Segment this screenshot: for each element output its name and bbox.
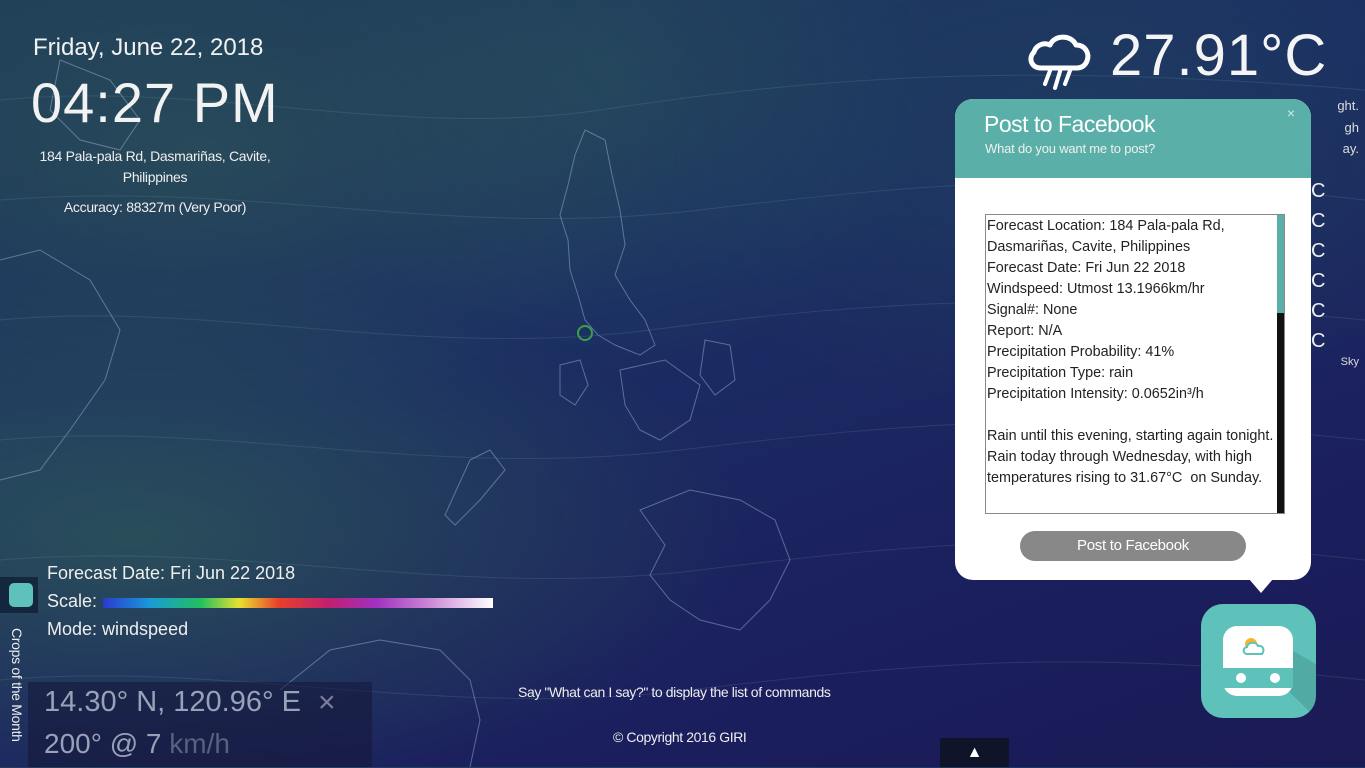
location-readout: 14.30° N, 120.96° E × 200° @ 7 km/h — [28, 682, 372, 767]
coastline-mindoro — [559, 359, 589, 406]
forecast-day-temp: C — [1311, 180, 1326, 202]
coastline-luzon — [559, 129, 656, 356]
assistant-bot-button[interactable] — [1201, 604, 1316, 718]
copyright-text: © Copyright 2016 GIRI — [613, 729, 747, 745]
legend-forecast-date: Forecast Date: Fri Jun 22 2018 — [47, 563, 296, 583]
location-marker[interactable] — [577, 325, 593, 341]
textarea-scrollbar[interactable] — [1277, 215, 1284, 513]
forecast-summary-fragment: ay. — [1342, 141, 1359, 156]
forecast-day-temp: C — [1311, 330, 1326, 352]
forecast-day-temp: C — [1311, 210, 1326, 232]
forecast-day-temp: C — [1311, 270, 1326, 292]
coastline-west — [0, 249, 121, 481]
crops-of-the-month-label[interactable]: Crops of the Month — [9, 628, 25, 742]
windspeed-scale-bar — [103, 598, 493, 608]
modal-pointer — [1249, 579, 1273, 593]
close-icon[interactable]: × — [1287, 105, 1295, 121]
post-to-facebook-button[interactable]: Post to Facebook — [1020, 531, 1246, 561]
modal-header: Post to Facebook What do you want me to … — [955, 99, 1311, 178]
coordinates-text: 14.30° N, 120.96° E — [44, 686, 301, 718]
forecast-day-temp: C — [1311, 240, 1326, 262]
current-time: 04:27 PM — [31, 71, 279, 134]
current-date: Friday, June 22, 2018 — [33, 34, 264, 61]
wind-value: 200° @ 7 — [44, 728, 162, 759]
legend-mode: Mode: windspeed — [47, 619, 189, 639]
coastline-mindanao — [639, 489, 791, 631]
modal-subtitle: What do you want me to post? — [985, 141, 1155, 156]
wind-unit[interactable]: km/h — [169, 728, 230, 759]
location-address: 184 Pala-pala Rd, Dasmariñas, Cavite, Ph… — [39, 148, 271, 185]
forecast-summary-fragment: gh — [1344, 120, 1359, 135]
coastline-visayas — [619, 359, 701, 441]
close-icon[interactable]: × — [318, 686, 336, 720]
coastline-samar — [699, 339, 736, 396]
forecast-sky-label: Sky — [1340, 356, 1359, 368]
post-textarea[interactable]: Forecast Location: 184 Pala-pala Rd, Das… — [985, 214, 1285, 514]
forecast-day-temp: C — [1311, 300, 1326, 322]
post-content: Forecast Location: 184 Pala-pala Rd, Das… — [987, 218, 1274, 486]
scroll-up-button[interactable]: ▲ — [940, 738, 1009, 767]
voice-command-hint: Say "What can I say?" to display the lis… — [518, 684, 831, 700]
location-accuracy: Accuracy: 88327m (Very Poor) — [63, 199, 247, 215]
crops-tab-button[interactable] — [0, 577, 38, 613]
forecast-summary-fragment: ght. — [1337, 98, 1359, 113]
bot-icon — [1223, 626, 1316, 718]
coastline-palawan — [444, 449, 506, 526]
post-to-facebook-modal: Post to Facebook What do you want me to … — [955, 99, 1311, 593]
scrollbar-thumb[interactable] — [1277, 215, 1284, 313]
bot-mini-icon — [9, 583, 33, 607]
current-temperature: 27.91°C — [1110, 23, 1328, 88]
rain-cloud-icon — [1028, 34, 1091, 90]
wind-readout: 200° @ 7 km/h — [44, 728, 230, 760]
modal-title: Post to Facebook — [984, 111, 1156, 137]
legend-scale-label: Scale: — [47, 591, 98, 611]
